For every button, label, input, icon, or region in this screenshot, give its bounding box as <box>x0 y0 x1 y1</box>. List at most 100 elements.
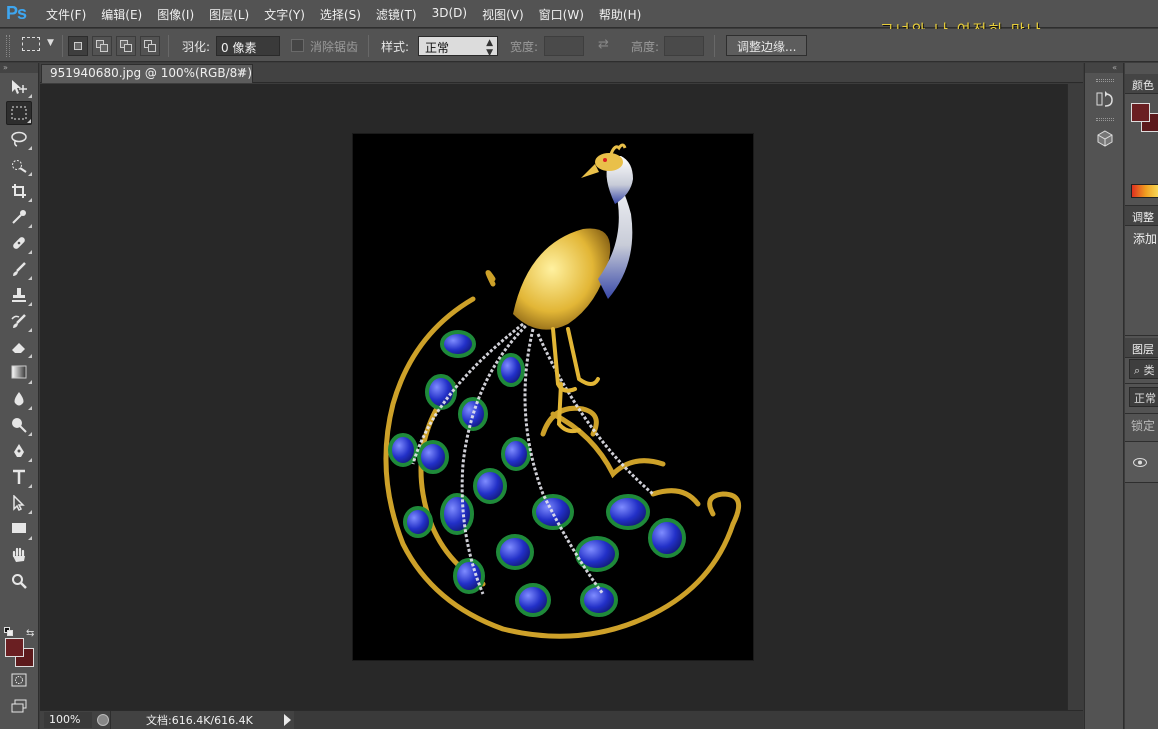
style-select-value: 正常 <box>425 41 450 55</box>
new-selection-icon[interactable] <box>68 36 88 56</box>
panel-foreground-swatch[interactable] <box>1131 103 1150 122</box>
adjustments-panel-tab[interactable]: 调整 <box>1125 206 1158 226</box>
healing-brush-tool-icon[interactable] <box>6 231 32 255</box>
style-label: 样式: <box>381 40 410 54</box>
color-panel-tab[interactable]: 颜色 <box>1125 74 1158 94</box>
options-divider <box>714 35 715 57</box>
options-divider <box>62 35 63 57</box>
type-tool-icon[interactable] <box>6 465 32 489</box>
quick-selection-tool-icon[interactable] <box>6 153 32 177</box>
history-brush-tool-icon[interactable] <box>6 309 32 333</box>
menu-image[interactable]: 图像(I) <box>157 6 194 23</box>
document-tab-title: 951940680.jpg @ 100%(RGB/8#) <box>50 66 252 80</box>
dock-grip[interactable] <box>1096 79 1114 82</box>
style-select[interactable]: 正常 ▲ ▼ <box>418 36 498 58</box>
menu-type[interactable]: 文字(Y) <box>264 6 305 23</box>
add-to-selection-icon[interactable] <box>92 36 112 56</box>
width-label: 宽度: <box>510 40 539 54</box>
chevron-updown-icon: ▲ ▼ <box>486 38 493 58</box>
path-selection-tool-icon[interactable] <box>6 491 32 515</box>
move-tool-icon[interactable] <box>6 75 32 99</box>
document-image-peacock-brooch[interactable] <box>353 134 753 660</box>
hand-tool-icon[interactable] <box>6 543 32 567</box>
options-grip[interactable] <box>6 35 10 57</box>
brush-tool-icon[interactable] <box>6 257 32 281</box>
layers-filter-search[interactable]: ⌕ 类 <box>1129 359 1158 379</box>
menu-view[interactable]: 视图(V) <box>482 6 524 23</box>
menu-3d[interactable]: 3D(D) <box>432 6 467 23</box>
status-menu-arrow-icon[interactable] <box>284 714 291 726</box>
toolbox: » ⇆ <box>0 63 39 729</box>
menu-window[interactable]: 窗口(W) <box>539 6 584 23</box>
lasso-tool-icon[interactable] <box>6 127 32 151</box>
blend-mode-select[interactable]: 正常 <box>1129 387 1158 407</box>
height-input[interactable] <box>664 36 704 56</box>
menu-edit[interactable]: 编辑(E) <box>101 6 142 23</box>
menu-help[interactable]: 帮助(H) <box>599 6 641 23</box>
history-panel-icon[interactable] <box>1093 90 1117 112</box>
zoom-level-field[interactable]: 100% <box>44 712 92 728</box>
rect-marquee-preset-icon[interactable] <box>22 37 40 51</box>
layer-visibility-eye-icon[interactable] <box>1133 457 1147 470</box>
panel-separator <box>1125 383 1158 384</box>
menu-file[interactable]: 文件(F) <box>46 6 86 23</box>
menu-bar: Ps 文件(F) 编辑(E) 图像(I) 图层(L) 文字(Y) 选择(S) 滤… <box>0 0 1158 39</box>
rectangle-tool-icon[interactable] <box>6 517 32 541</box>
crop-tool-icon[interactable] <box>6 179 32 203</box>
collapsed-panel-dock: « <box>1084 63 1124 729</box>
pen-tool-icon[interactable] <box>6 439 32 463</box>
intersect-selection-icon[interactable] <box>140 36 160 56</box>
3d-panel-icon[interactable] <box>1093 129 1117 151</box>
document-profile-icon[interactable] <box>97 714 109 726</box>
width-input[interactable] <box>544 36 584 56</box>
status-bar: 100% 文档:616.4K/616.4K <box>40 710 1083 729</box>
color-swatches: ⇆ <box>4 627 38 671</box>
menu-select[interactable]: 选择(S) <box>320 6 361 23</box>
zoom-tool-icon[interactable] <box>6 569 32 593</box>
subtract-from-selection-icon[interactable] <box>116 36 136 56</box>
quick-mask-icon[interactable] <box>6 669 32 693</box>
adjustments-add-label: 添加 <box>1133 232 1158 246</box>
panel-separator <box>1125 413 1158 414</box>
status-divider <box>110 711 111 729</box>
feather-label: 羽化: <box>182 40 211 54</box>
gradient-tool-icon[interactable] <box>6 361 32 385</box>
color-ramp[interactable] <box>1131 184 1158 198</box>
options-divider <box>168 35 169 57</box>
menu-layer[interactable]: 图层(L) <box>209 6 249 23</box>
dock-collapse-icon[interactable]: « <box>1085 63 1123 73</box>
photoshop-logo-icon: Ps <box>6 3 27 23</box>
panel-separator <box>1125 335 1158 336</box>
antialias-label: 消除锯齿 <box>310 40 359 54</box>
screen-mode-icon[interactable] <box>6 695 32 719</box>
lock-label: 锁定 <box>1131 419 1156 433</box>
dock-grip[interactable] <box>1096 118 1114 121</box>
dodge-tool-icon[interactable] <box>6 413 32 437</box>
menu-filter[interactable]: 滤镜(T) <box>376 6 417 23</box>
swap-colors-icon[interactable]: ⇆ <box>26 628 34 639</box>
default-colors-icon[interactable] <box>4 627 13 636</box>
vertical-scrollbar[interactable] <box>1067 84 1083 710</box>
close-tab-icon[interactable]: × <box>236 65 246 79</box>
document-tab[interactable]: 951940680.jpg @ 100%(RGB/8#) × <box>41 64 253 83</box>
horizontal-scrollbar[interactable] <box>294 711 1083 729</box>
toolbox-collapse-icon[interactable]: » <box>0 63 38 73</box>
feather-input[interactable]: 0 像素 <box>216 36 280 56</box>
main-menu: 文件(F) 编辑(E) 图像(I) 图层(L) 文字(Y) 选择(S) 滤镜(T… <box>46 6 656 23</box>
swap-dimensions-icon[interactable]: ⇄ <box>598 37 609 52</box>
document-tab-bar: 951940680.jpg @ 100%(RGB/8#) × <box>40 63 1083 83</box>
options-divider <box>368 35 369 57</box>
eraser-tool-icon[interactable] <box>6 335 32 359</box>
height-label: 高度: <box>631 40 660 54</box>
antialias-checkbox[interactable] <box>291 39 304 52</box>
clone-stamp-tool-icon[interactable] <box>6 283 32 307</box>
document-size-info: 文档:616.4K/616.4K <box>146 714 253 727</box>
refine-edge-button[interactable]: 调整边缘... <box>726 35 808 56</box>
rect-marquee-tool-icon[interactable] <box>6 101 32 125</box>
layers-panel-tab[interactable]: 图层 <box>1125 338 1158 358</box>
tool-preset-dropdown-icon[interactable]: ▼ <box>47 38 54 48</box>
blur-tool-icon[interactable] <box>6 387 32 411</box>
right-panels: 颜色 调整 添加 图层 ⌕ 类 正常 锁定 <box>1125 63 1158 729</box>
foreground-color-swatch[interactable] <box>5 638 24 657</box>
eyedropper-tool-icon[interactable] <box>6 205 32 229</box>
